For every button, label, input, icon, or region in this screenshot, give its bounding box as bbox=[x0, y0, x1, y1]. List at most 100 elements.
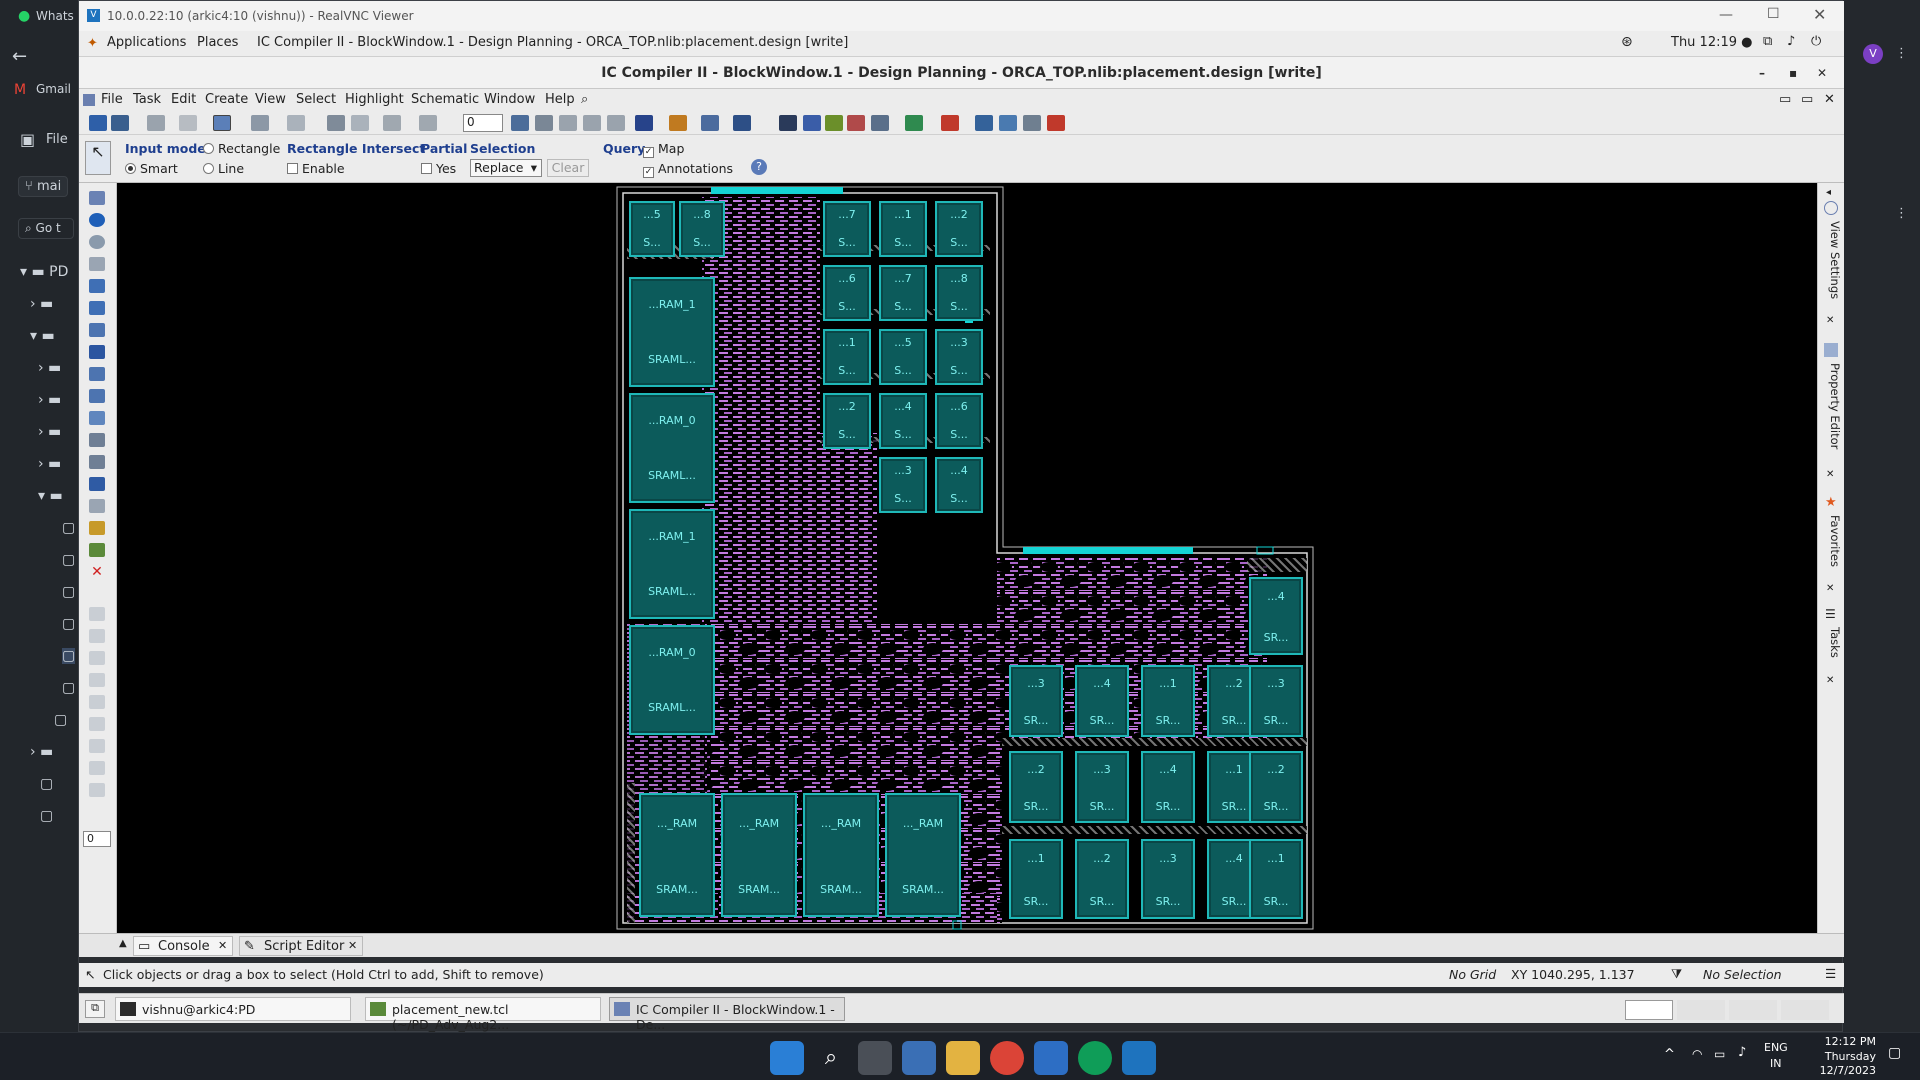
folder-icon[interactable]: › ▬ bbox=[38, 456, 61, 472]
folder-icon[interactable]: ▾ ▬ bbox=[30, 328, 55, 344]
grid-icon[interactable] bbox=[803, 115, 821, 131]
file-icon-active[interactable]: ▢ bbox=[62, 648, 76, 664]
sram-macro[interactable]: ..._RAM SRAM... bbox=[721, 793, 797, 917]
host-search-input[interactable]: ⌕ Go t bbox=[18, 218, 74, 239]
macro[interactable]: ...4 SR... bbox=[1141, 751, 1195, 823]
copy-icon[interactable] bbox=[89, 345, 105, 359]
folder-icon[interactable]: › ▬ bbox=[38, 392, 61, 408]
more-icon[interactable]: ⋮ bbox=[1895, 46, 1908, 61]
task-terminal[interactable]: vishnu@arkic4:PD bbox=[115, 997, 351, 1021]
dock-icon[interactable]: ▭ bbox=[1779, 92, 1791, 107]
tab-view-settings[interactable]: View Settings bbox=[1820, 221, 1842, 299]
macro[interactable]: ...8 S... bbox=[935, 265, 983, 321]
sram-macro[interactable]: ...RAM_1 SRAML... bbox=[629, 277, 715, 387]
highlight-icon[interactable] bbox=[89, 521, 105, 535]
tasks-icon[interactable]: ☰ bbox=[1825, 607, 1836, 621]
save-icon[interactable] bbox=[111, 115, 129, 131]
tree-icon[interactable] bbox=[701, 115, 719, 131]
clear-button[interactable]: Clear bbox=[547, 159, 589, 177]
resize-icon[interactable] bbox=[89, 301, 105, 315]
list-icon[interactable]: ☰ bbox=[1825, 966, 1836, 981]
yes-checkbox[interactable]: Yes bbox=[421, 161, 456, 176]
star-icon[interactable]: ★ bbox=[1825, 495, 1837, 510]
chrome-profile-icon[interactable] bbox=[1078, 1041, 1112, 1075]
view-settings-icon[interactable] bbox=[1824, 201, 1838, 215]
maximize-icon[interactable]: ▪ bbox=[1789, 57, 1797, 89]
tab-favorites[interactable]: Favorites bbox=[1820, 515, 1842, 567]
macro[interactable]: ...3 SR... bbox=[1249, 665, 1303, 737]
file-icon[interactable]: ▢ bbox=[54, 712, 67, 728]
view-icon[interactable] bbox=[635, 115, 653, 131]
ungroup-icon[interactable] bbox=[89, 455, 105, 469]
macro[interactable]: ...2 S... bbox=[823, 393, 871, 449]
sram-macro[interactable]: ..._RAM SRAM... bbox=[639, 793, 715, 917]
more-icon[interactable]: ⋮ bbox=[1895, 206, 1908, 221]
file-icon[interactable]: ▢ bbox=[62, 552, 75, 568]
macro[interactable]: ...2 SR... bbox=[1075, 839, 1129, 919]
macro[interactable]: ...3 S... bbox=[935, 329, 983, 385]
widgets-icon[interactable] bbox=[902, 1041, 936, 1075]
close-icon[interactable]: ✕ bbox=[1826, 315, 1834, 326]
close-icon[interactable]: ✕ bbox=[1826, 583, 1834, 594]
macro[interactable]: ...3 SR... bbox=[1075, 751, 1129, 823]
menu-select[interactable]: Select bbox=[296, 92, 336, 107]
float-icon[interactable]: ▭ bbox=[1801, 92, 1813, 107]
folder-icon[interactable]: › ▬ bbox=[30, 296, 53, 312]
battery-icon[interactable]: ▭ bbox=[1714, 1047, 1725, 1061]
show-desktop-icon[interactable]: ⧉ bbox=[85, 1000, 105, 1018]
gmail-icon[interactable]: M bbox=[14, 82, 26, 98]
menu-create[interactable]: Create bbox=[205, 92, 248, 107]
task-view-icon[interactable] bbox=[858, 1041, 892, 1075]
branch-button[interactable]: ⑂ mai bbox=[18, 176, 69, 197]
pan-icon[interactable] bbox=[89, 257, 105, 271]
tool-icon[interactable] bbox=[89, 673, 105, 687]
macro[interactable]: ...8 S... bbox=[679, 201, 725, 257]
map-checkbox[interactable]: ✓ Map bbox=[643, 141, 684, 158]
task-editor[interactable]: placement_new.tcl (~/PD_Adv_Aug2... bbox=[365, 997, 601, 1032]
windows-start-icon[interactable] bbox=[770, 1041, 804, 1075]
wifi-icon[interactable]: ◠ bbox=[1692, 1047, 1702, 1061]
macro[interactable]: ...3 S... bbox=[879, 457, 927, 513]
delete-icon[interactable]: ✕ bbox=[89, 565, 105, 579]
whatsapp-tab-label[interactable]: Whats bbox=[36, 9, 74, 23]
lock-icon[interactable] bbox=[89, 607, 105, 621]
menu-file[interactable]: File bbox=[101, 92, 123, 107]
language-indicator[interactable]: ENG bbox=[1764, 1041, 1788, 1054]
folder-icon[interactable]: › ▬ bbox=[30, 744, 53, 760]
macro[interactable]: ...5 S... bbox=[879, 329, 927, 385]
clock[interactable]: Thu 12:19 ● bbox=[1671, 35, 1753, 50]
avatar[interactable]: V bbox=[1863, 44, 1883, 64]
snap-icon[interactable] bbox=[213, 115, 231, 131]
drc-icon[interactable] bbox=[941, 115, 959, 131]
macro[interactable]: ...7 S... bbox=[879, 265, 927, 321]
search-icon[interactable]: ⌕ bbox=[581, 92, 588, 107]
volume-icon[interactable]: ♪ bbox=[1738, 1045, 1746, 1060]
group-icon[interactable] bbox=[89, 433, 105, 447]
macro[interactable]: ...3 SR... bbox=[1009, 665, 1063, 737]
file-icon[interactable]: ▢ bbox=[40, 808, 53, 824]
tool-icon[interactable] bbox=[89, 651, 105, 665]
file-explorer-icon[interactable] bbox=[946, 1041, 980, 1075]
smart-radio[interactable]: Smart bbox=[125, 161, 178, 176]
align3-icon[interactable] bbox=[607, 115, 625, 131]
move-icon[interactable] bbox=[89, 279, 105, 293]
redo-icon[interactable] bbox=[419, 115, 437, 131]
sram-macro[interactable]: ..._RAM SRAM... bbox=[803, 793, 879, 917]
realvnc-icon[interactable] bbox=[1122, 1041, 1156, 1075]
applications-menu[interactable]: Applications bbox=[107, 35, 186, 50]
search-icon[interactable]: ⌕ bbox=[814, 1041, 848, 1075]
accessibility-icon[interactable]: ⊛ bbox=[1621, 34, 1633, 50]
volume-icon[interactable]: ♪ bbox=[1787, 34, 1795, 49]
file-icon[interactable]: ▢ bbox=[62, 520, 75, 536]
network-icon[interactable]: ⧉ bbox=[1763, 34, 1772, 49]
align-icon[interactable] bbox=[89, 389, 105, 403]
task-icc[interactable]: IC Compiler II - BlockWindow.1 - De... bbox=[609, 997, 845, 1032]
region-indicator[interactable]: IN bbox=[1770, 1057, 1781, 1070]
selection-select[interactable]: Replace ▾ bbox=[470, 159, 542, 177]
folder-icon[interactable]: › ▬ bbox=[38, 360, 61, 376]
menu-help[interactable]: Help bbox=[545, 92, 575, 107]
edit-icon[interactable] bbox=[89, 477, 105, 491]
taskbar-time[interactable]: 12:12 PM bbox=[1816, 1035, 1876, 1048]
undo-icon[interactable] bbox=[383, 115, 401, 131]
hier-icon[interactable] bbox=[669, 115, 687, 131]
